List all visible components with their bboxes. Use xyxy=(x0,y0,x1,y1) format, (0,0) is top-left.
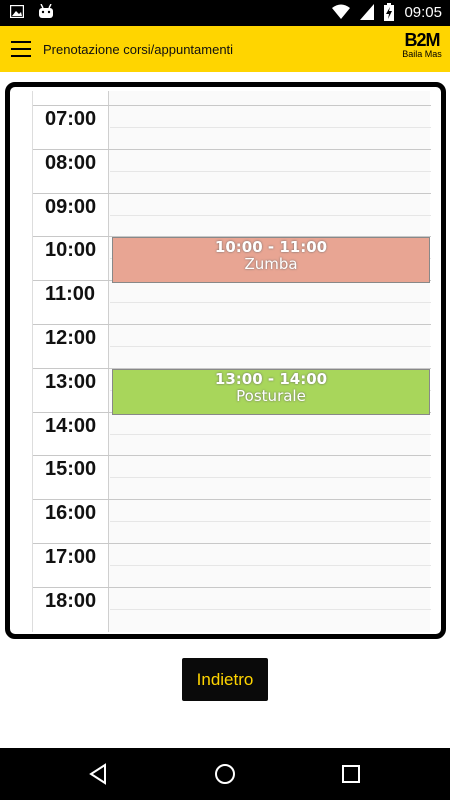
recents-nav-icon[interactable] xyxy=(339,762,363,786)
half-hour-line xyxy=(110,302,431,304)
page-title: Prenotazione corsi/appuntamenti xyxy=(43,42,234,57)
event-time: 10:00 - 11:00 xyxy=(214,238,328,257)
hour-line xyxy=(33,586,431,588)
hour-label: 08:00 xyxy=(45,151,97,174)
signal-icon xyxy=(360,4,375,20)
hour-label: 10:00 xyxy=(45,239,97,262)
hour-label: 16:00 xyxy=(45,502,97,525)
back-nav-icon[interactable] xyxy=(87,762,111,786)
android-robot-icon xyxy=(39,4,53,18)
status-time: 09:05 xyxy=(404,3,442,21)
hour-label: 11:00 xyxy=(45,283,96,306)
hour-label: 12:00 xyxy=(45,327,97,349)
event-block[interactable]: 13:00 - 14:00 Posturale xyxy=(112,368,430,415)
navigation-bar xyxy=(0,748,450,800)
hour-line xyxy=(33,543,431,544)
home-nav-icon[interactable] xyxy=(213,762,237,786)
half-hour-line xyxy=(110,564,431,566)
half-hour-line xyxy=(110,83,431,84)
hour-label: 09:00 xyxy=(45,195,97,218)
hour-line xyxy=(33,148,431,150)
app-bar: Prenotazione corsi/appuntamenti B2M Bail… xyxy=(0,26,450,72)
hour-line xyxy=(33,455,431,457)
back-button[interactable]: Indietro xyxy=(182,658,268,701)
half-hour-line xyxy=(110,170,431,172)
calendar-frame: 07:00 08:00 09:00 10:00 11:00 12:00 13:00 14:00… xyxy=(5,82,446,639)
event-name: Posturale xyxy=(236,386,306,405)
hour-line xyxy=(33,192,431,194)
wifi-icon xyxy=(332,4,351,19)
logo-main-text: B2M xyxy=(404,30,440,50)
hour-label: 18:00 xyxy=(45,589,97,612)
half-hour-line xyxy=(110,126,431,128)
event-time: 13:00 - 14:00 xyxy=(214,369,328,388)
half-hour-line xyxy=(110,608,431,610)
event-block[interactable]: 10:00 - 11:00 Zumba xyxy=(112,237,430,284)
hour-label: 15:00 xyxy=(45,458,97,481)
hour-line xyxy=(33,105,431,106)
hour-label: 17:00 xyxy=(45,546,97,568)
half-hour-line xyxy=(110,345,431,347)
day-calendar[interactable]: 07:00 08:00 09:00 10:00 11:00 12:00 13:00 14:00… xyxy=(32,91,431,632)
hour-line xyxy=(33,324,431,325)
hour-label: 07:00 xyxy=(45,108,97,130)
battery-charging-icon xyxy=(384,3,395,21)
half-hour-line xyxy=(110,433,431,435)
status-bar: 09:05 xyxy=(0,0,450,26)
half-hour-line xyxy=(110,477,431,479)
half-hour-line xyxy=(110,214,431,216)
image-notification-icon xyxy=(10,4,24,18)
brand-logo: B2M Baila Mas xyxy=(400,31,444,67)
hour-label: 14:00 xyxy=(45,414,97,437)
event-name: Zumba xyxy=(244,255,298,274)
logo-sub-text: Baila Mas xyxy=(402,49,442,59)
half-hour-line xyxy=(110,521,431,523)
menu-icon[interactable] xyxy=(11,41,31,57)
hour-label: 13:00 xyxy=(45,370,97,393)
hour-line xyxy=(33,499,431,501)
